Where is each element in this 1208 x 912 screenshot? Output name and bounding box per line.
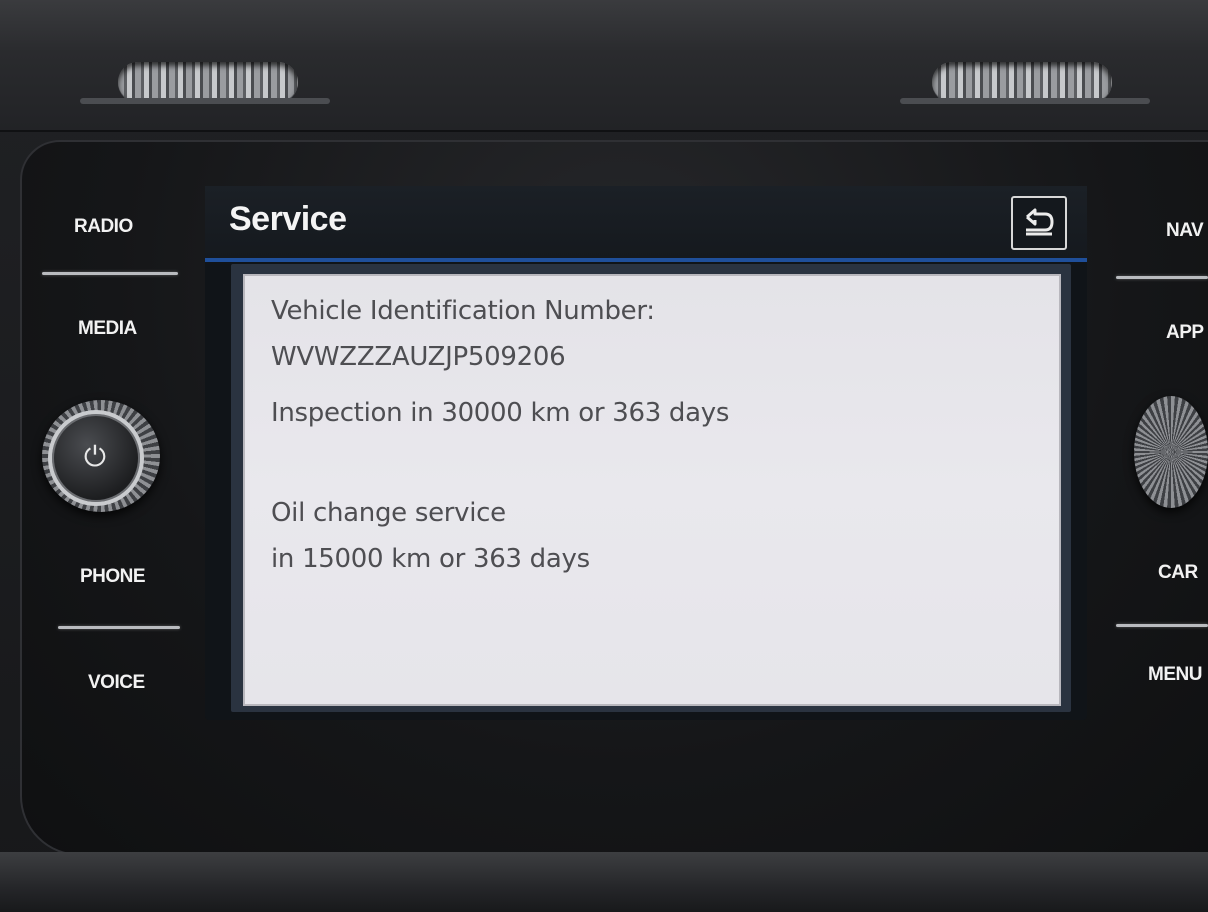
back-arrow-icon xyxy=(1026,208,1054,236)
power-volume-knob[interactable]: ⏻ xyxy=(42,400,160,512)
button-divider xyxy=(1116,276,1208,279)
inspection-text: Inspection in 30000 km or 363 days xyxy=(271,398,730,428)
left-vent-rail xyxy=(80,98,330,104)
button-divider xyxy=(58,626,180,629)
button-divider xyxy=(42,272,178,275)
button-divider xyxy=(1116,624,1208,627)
right-vent-rail xyxy=(900,98,1150,104)
app-button[interactable]: APP xyxy=(1166,322,1204,344)
vin-value: WVWZZZAUZJP509206 xyxy=(271,342,566,372)
power-icon: ⏻ xyxy=(83,440,107,473)
back-button[interactable] xyxy=(1011,196,1067,250)
oil-change-line1: Oil change service xyxy=(271,498,506,528)
menu-button[interactable]: MENU xyxy=(1148,664,1202,686)
phone-button[interactable]: PHONE xyxy=(80,566,146,588)
nav-button[interactable]: NAV xyxy=(1166,220,1204,242)
vin-label: Vehicle Identification Number: xyxy=(271,296,655,326)
knob-face[interactable]: ⏻ xyxy=(48,410,144,506)
top-trim xyxy=(0,0,1208,132)
touch-screen: Service Vehicle Identification Number: W… xyxy=(205,186,1087,720)
right-vent-wheel[interactable] xyxy=(932,62,1112,102)
radio-button[interactable]: RADIO xyxy=(74,216,133,238)
content-frame: Vehicle Identification Number: WVWZZZAUZ… xyxy=(231,264,1071,712)
oil-change-line2: in 15000 km or 363 days xyxy=(271,544,590,574)
bottom-trim xyxy=(0,852,1208,912)
left-vent-wheel[interactable] xyxy=(118,62,298,102)
voice-button[interactable]: VOICE xyxy=(88,672,145,694)
service-info-panel: Vehicle Identification Number: WVWZZZAUZ… xyxy=(243,274,1061,706)
dashboard: RADIO MEDIA ⏻ PHONE VOICE NAV APP CAR ME… xyxy=(0,0,1208,912)
title-bar: Service xyxy=(205,186,1087,262)
tune-scroll-knob[interactable] xyxy=(1134,396,1208,508)
media-button[interactable]: MEDIA xyxy=(78,318,137,340)
car-button[interactable]: CAR xyxy=(1158,562,1198,584)
page-title: Service xyxy=(229,200,347,238)
